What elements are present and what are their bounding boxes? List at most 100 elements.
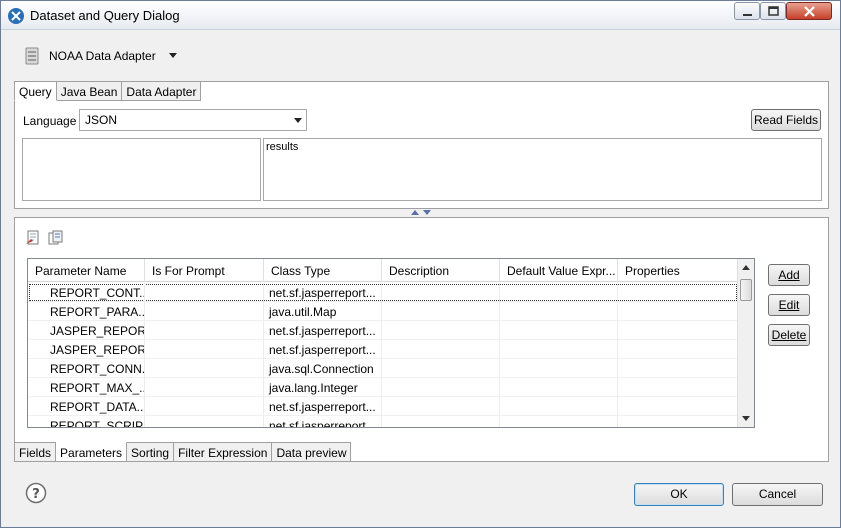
table-cell (145, 283, 264, 302)
table-cell: REPORT_MAX_... (28, 378, 145, 397)
tab-parameters[interactable]: Parameters (56, 442, 128, 462)
table-cell (382, 359, 500, 378)
language-value: JSON (85, 113, 118, 127)
table-cell: JASPER_REPORT (28, 340, 145, 359)
tab-query[interactable]: Query (14, 81, 57, 101)
table-cell (145, 378, 264, 397)
app-icon (8, 8, 24, 24)
table-cell: java.lang.Integer (264, 378, 382, 397)
table-cell (618, 378, 738, 397)
table-cell: net.sf.jasperreport... (264, 397, 382, 416)
table-row[interactable]: REPORT_SCRIP... net.sf.jasperreport... (28, 416, 738, 427)
ok-button[interactable]: OK (634, 483, 724, 506)
window-title: Dataset and Query Dialog (30, 8, 180, 23)
table-cell (382, 283, 500, 302)
column-header[interactable]: Properties (618, 259, 738, 282)
add-button[interactable]: Add (768, 264, 810, 286)
table-row[interactable]: JASPER_REPOR... net.sf.jasperreport... (28, 321, 738, 340)
table-cell: REPORT_DATA... (28, 397, 145, 416)
vertical-scrollbar[interactable] (737, 259, 754, 427)
chevron-down-icon (294, 118, 302, 123)
table-cell (618, 416, 738, 427)
data-adapter-label: NOAA Data Adapter (49, 49, 156, 63)
edit-button[interactable]: Edit (768, 294, 810, 316)
table-cell: net.sf.jasperreport... (264, 283, 382, 302)
bottom-tabs: Fields Parameters Sorting Filter Express… (14, 442, 352, 462)
add-button-label: Add (778, 268, 800, 282)
table-cell (500, 378, 618, 397)
table-header: Parameter Name Is For Prompt Class Type … (28, 259, 738, 282)
table-row[interactable]: REPORT_CONT... net.sf.jasperreport... (28, 283, 738, 302)
table-cell (500, 416, 618, 427)
table-cell: java.util.Map (264, 302, 382, 321)
table-cell (382, 378, 500, 397)
edit-button-label: Edit (778, 298, 800, 312)
table-cell: REPORT_CONT... (28, 283, 145, 302)
table-cell (500, 302, 618, 321)
table-cell: REPORT_PARA... (28, 302, 145, 321)
close-button[interactable] (786, 2, 832, 20)
chevron-down-icon[interactable] (169, 53, 177, 58)
table-cell (382, 416, 500, 427)
query-text-editor[interactable]: results (263, 138, 822, 201)
help-icon[interactable]: ? (25, 482, 47, 504)
table-row[interactable]: REPORT_PARA... java.util.Map (28, 302, 738, 321)
query-text: results (266, 141, 299, 153)
table-cell: REPORT_SCRIP... (28, 416, 145, 427)
table-cell (618, 397, 738, 416)
new-parameter-icon[interactable] (25, 230, 41, 246)
maximize-icon (768, 6, 779, 16)
close-icon (804, 6, 815, 17)
tab-java-bean[interactable]: Java Bean (56, 81, 123, 101)
column-header[interactable]: Class Type (264, 259, 382, 282)
table-cell: net.sf.jasperreport... (264, 321, 382, 340)
table-cell (382, 397, 500, 416)
splitter-arrows-icon[interactable] (411, 210, 433, 216)
cancel-button[interactable]: Cancel (732, 483, 823, 506)
parameters-table[interactable]: Parameter Name Is For Prompt Class Type … (27, 258, 755, 428)
column-header[interactable]: Description (382, 259, 500, 282)
table-row[interactable]: REPORT_DATA... net.sf.jasperreport... (28, 397, 738, 416)
scrollbar-thumb[interactable] (740, 279, 752, 301)
table-row[interactable]: JASPER_REPORT net.sf.jasperreport... (28, 340, 738, 359)
column-header[interactable]: Parameter Name (28, 259, 145, 282)
table-cell (618, 321, 738, 340)
tab-fields[interactable]: Fields (14, 442, 57, 462)
database-icon (25, 47, 39, 65)
scroll-down-icon[interactable] (742, 416, 750, 421)
language-select[interactable]: JSON (79, 109, 307, 131)
table-cell (145, 416, 264, 427)
table-cell: java.sql.Connection (264, 359, 382, 378)
minimize-button[interactable] (734, 2, 760, 20)
copy-parameter-icon[interactable] (48, 230, 64, 246)
table-cell (145, 321, 264, 340)
tab-data-preview[interactable]: Data preview (272, 442, 352, 462)
parameters-panel: Parameter Name Is For Prompt Class Type … (14, 217, 829, 462)
table-cell (500, 283, 618, 302)
table-cell (618, 302, 738, 321)
table-row[interactable]: REPORT_MAX_... java.lang.Integer (28, 378, 738, 397)
maximize-button[interactable] (760, 2, 786, 20)
table-cell (618, 340, 738, 359)
delete-button[interactable]: Delete (768, 324, 810, 346)
read-fields-button[interactable]: Read Fields (751, 109, 821, 131)
tab-sorting[interactable]: Sorting (127, 442, 175, 462)
table-cell (500, 321, 618, 340)
tab-data-adapter[interactable]: Data Adapter (122, 81, 202, 101)
column-header[interactable]: Default Value Expr... (500, 259, 618, 282)
tab-filter-expression[interactable]: Filter Expression (174, 442, 273, 462)
table-cell: net.sf.jasperreport... (264, 416, 382, 427)
table-cell (500, 397, 618, 416)
query-tabs: Query Java Bean Data Adapter (14, 81, 202, 101)
table-cell: net.sf.jasperreport... (264, 340, 382, 359)
table-row[interactable]: REPORT_CONN... java.sql.Connection (28, 359, 738, 378)
delete-button-label: Delete (771, 328, 807, 342)
table-cell (618, 359, 738, 378)
table-cell: JASPER_REPOR... (28, 321, 145, 340)
svg-text:?: ? (32, 487, 40, 502)
column-header[interactable]: Is For Prompt (145, 259, 264, 282)
title-bar[interactable]: Dataset and Query Dialog (1, 1, 840, 30)
query-outline-box[interactable] (22, 138, 261, 201)
table-cell (500, 359, 618, 378)
scroll-up-icon[interactable] (742, 265, 750, 270)
